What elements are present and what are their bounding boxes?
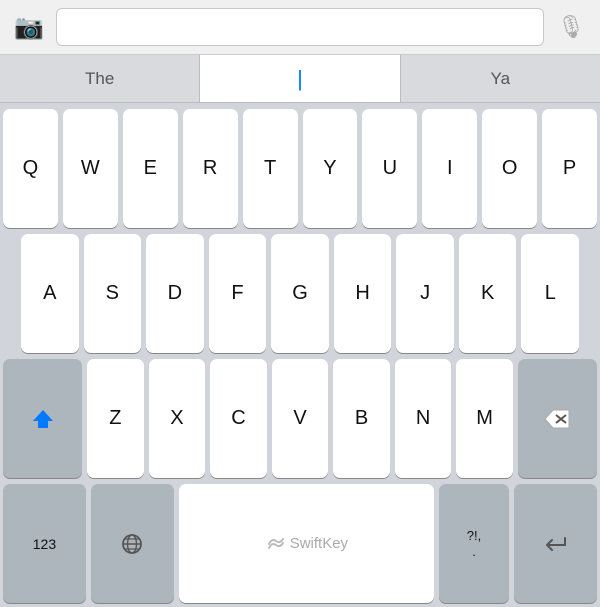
space-key[interactable]: SwiftKey: [179, 484, 434, 603]
keyboard: Q W E R T Y U I O P A S D F G H J K L Z …: [0, 103, 600, 607]
key-q[interactable]: Q: [3, 109, 58, 228]
key-h[interactable]: H: [334, 234, 392, 353]
key-e[interactable]: E: [123, 109, 178, 228]
numbers-key[interactable]: 123: [3, 484, 86, 603]
key-row-3: Z X C V B N M: [3, 359, 597, 478]
mic-icon: 🎙: [557, 14, 585, 40]
key-x[interactable]: X: [149, 359, 206, 478]
key-i[interactable]: I: [422, 109, 477, 228]
return-key[interactable]: [514, 484, 597, 603]
key-k[interactable]: K: [459, 234, 517, 353]
backspace-key[interactable]: [518, 359, 597, 478]
return-icon: [543, 534, 569, 554]
suggestion-right[interactable]: Ya: [401, 55, 600, 102]
swiftkey-logo: SwiftKey: [265, 535, 348, 553]
key-u[interactable]: U: [362, 109, 417, 228]
key-y[interactable]: Y: [303, 109, 358, 228]
key-c[interactable]: C: [210, 359, 267, 478]
key-row-4: 123 SwiftKey ?!, .: [3, 484, 597, 603]
key-w[interactable]: W: [63, 109, 118, 228]
key-z[interactable]: Z: [87, 359, 144, 478]
key-n[interactable]: N: [395, 359, 452, 478]
key-row-1: Q W E R T Y U I O P: [3, 109, 597, 228]
key-l[interactable]: L: [521, 234, 579, 353]
top-bar: 📷 🎙: [0, 0, 600, 55]
key-o[interactable]: O: [482, 109, 537, 228]
key-b[interactable]: B: [333, 359, 390, 478]
mic-button[interactable]: 🎙: [552, 8, 590, 46]
suggestion-middle[interactable]: |: [199, 55, 400, 102]
globe-key[interactable]: [91, 484, 174, 603]
key-f[interactable]: F: [209, 234, 267, 353]
key-row-2: A S D F G H J K L: [3, 234, 597, 353]
key-v[interactable]: V: [272, 359, 329, 478]
key-a[interactable]: A: [21, 234, 79, 353]
key-j[interactable]: J: [396, 234, 454, 353]
suggestions-bar: The | Ya: [0, 55, 600, 103]
key-p[interactable]: P: [542, 109, 597, 228]
backspace-icon: [544, 409, 570, 429]
globe-icon: [120, 532, 144, 556]
camera-icon: 📷: [14, 13, 44, 42]
key-r[interactable]: R: [183, 109, 238, 228]
key-d[interactable]: D: [146, 234, 204, 353]
key-g[interactable]: G: [271, 234, 329, 353]
shift-key[interactable]: [3, 359, 82, 478]
punctuation-key[interactable]: ?!, .: [439, 484, 509, 603]
key-t[interactable]: T: [243, 109, 298, 228]
camera-button[interactable]: 📷: [10, 8, 48, 46]
key-m[interactable]: M: [456, 359, 513, 478]
suggestion-left[interactable]: The: [0, 55, 199, 102]
shift-icon: [32, 408, 54, 430]
text-input[interactable]: [56, 8, 544, 46]
swiftkey-brand-icon: [265, 535, 287, 553]
key-s[interactable]: S: [84, 234, 142, 353]
